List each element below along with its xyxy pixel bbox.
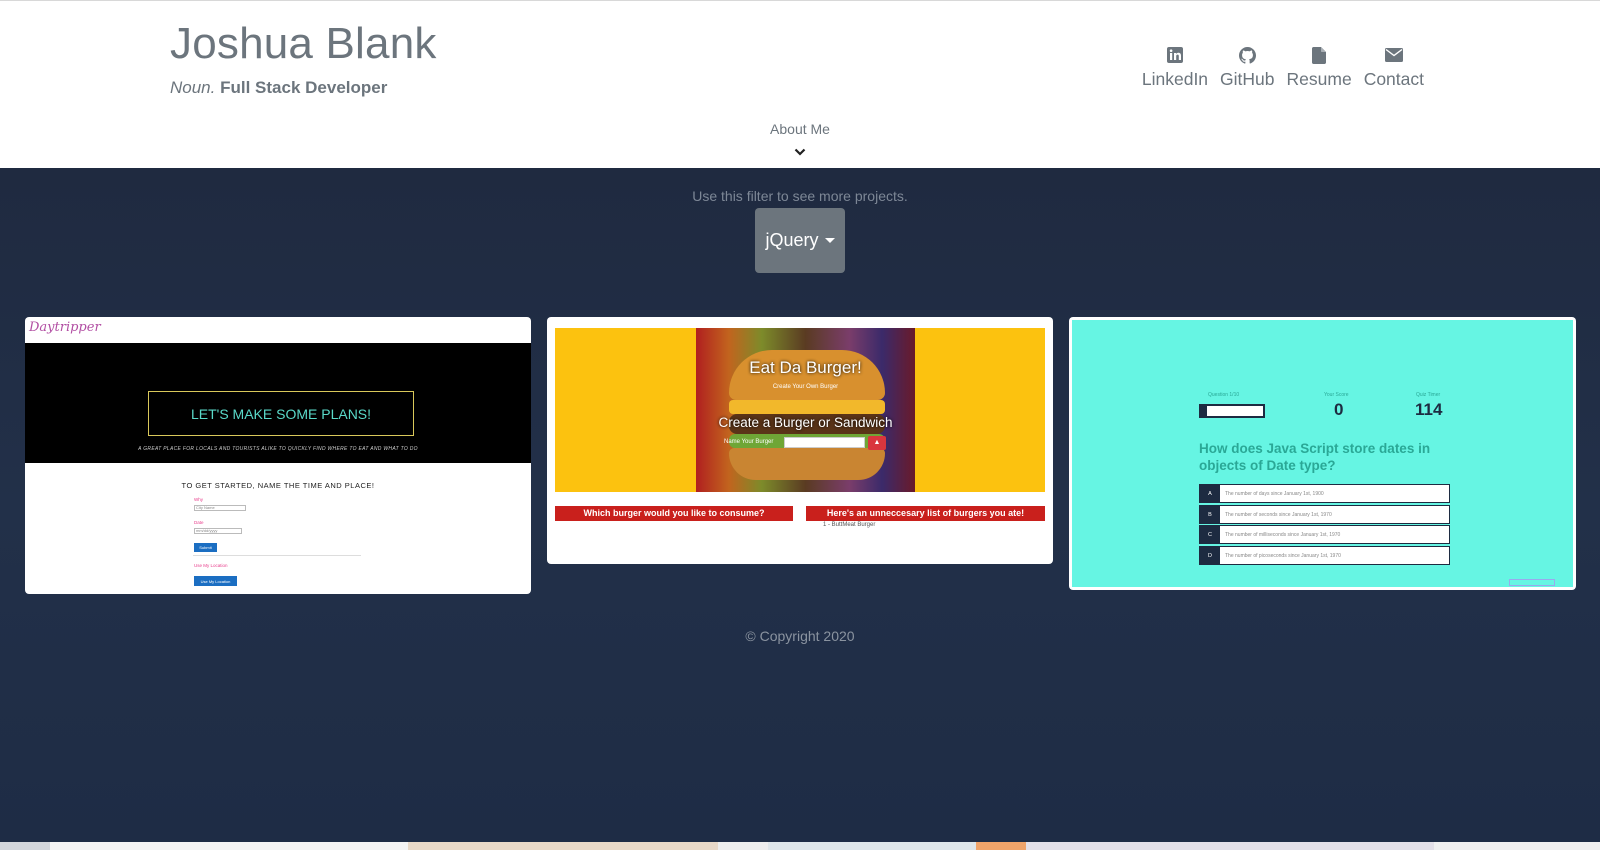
- quiz-answer-d: D The number of picoseconds since Januar…: [1199, 546, 1450, 565]
- project-card-burger[interactable]: Eat Da Burger! Create Your Own Burger Cr…: [547, 317, 1053, 564]
- quiz-timer-label: Quiz Timer: [1416, 392, 1441, 398]
- projects-section: Use this filter to see more projects. jQ…: [0, 168, 1600, 842]
- github-icon: [1237, 45, 1257, 65]
- quiz-answer-text: The number of milliseconds since January…: [1225, 531, 1341, 538]
- copyright: © Copyright 2020: [745, 628, 855, 644]
- strip-segment: [1434, 842, 1600, 850]
- nav-label-contact: Contact: [1363, 69, 1424, 89]
- strip-segment: [1026, 842, 1434, 850]
- daytripper-where-label: Why: [194, 497, 203, 502]
- quiz-answer-c: C The number of milliseconds since Janua…: [1199, 525, 1450, 544]
- burger-right-bar: Here's an unneccesary list of burgers yo…: [806, 506, 1045, 521]
- burger-image: Eat Da Burger! Create Your Own Burger Cr…: [696, 328, 915, 492]
- quiz-question: How does Java Script store dates in obje…: [1199, 441, 1431, 473]
- quiz-answer-text: The number of seconds since January 1st,…: [1225, 511, 1332, 518]
- burger-name-label: Name Your Burger: [724, 439, 774, 445]
- daytripper-alt-label: Use My Location: [194, 563, 228, 568]
- site-title: Joshua Blank: [170, 19, 437, 68]
- tagline-role: Full Stack Developer: [220, 78, 388, 97]
- quiz-answer-a: A The number of days since January 1st, …: [1199, 484, 1450, 503]
- quiz-score-label: Your Score: [1324, 392, 1349, 398]
- daytripper-submit: Submit: [194, 543, 217, 552]
- burger-hero: Eat Da Burger! Create Your Own Burger Cr…: [555, 328, 1045, 492]
- daytripper-location-button: Use My Location: [194, 576, 237, 586]
- burger-name-input: [784, 437, 865, 448]
- burger-bun-bottom: [729, 448, 885, 480]
- quiz-answer-letter: D: [1200, 547, 1220, 564]
- nav-label-resume: Resume: [1286, 69, 1352, 89]
- site-header: Joshua Blank Noun. Full Stack Developer …: [0, 0, 1600, 168]
- file-icon: [1309, 45, 1329, 65]
- envelope-icon: [1384, 45, 1404, 65]
- quiz-answer-letter: C: [1200, 526, 1220, 543]
- quiz-answer-text: The number of picoseconds since January …: [1225, 552, 1341, 559]
- quiz-answer-b: B The number of seconds since January 1s…: [1199, 505, 1450, 524]
- burger-subtitle: Create Your Own Burger: [772, 384, 839, 390]
- nav-linkedin[interactable]: LinkedIn: [1136, 45, 1214, 90]
- filter-hint: Use this filter to see more projects.: [692, 188, 908, 204]
- quiz-progress-bar: [1199, 404, 1265, 418]
- quiz-timer: 114: [1415, 400, 1443, 419]
- filter-value: jQuery: [765, 230, 819, 250]
- strip-segment: [50, 842, 408, 850]
- burger-list-item: 1 - ButtMeat Burger: [823, 522, 876, 528]
- tagline: Noun. Full Stack Developer: [170, 78, 387, 98]
- daytripper-date-label: Date: [194, 520, 204, 525]
- burger-create-heading: Create a Burger or Sandwich: [718, 415, 893, 430]
- social-nav: LinkedIn GitHub Resume Contact: [1136, 45, 1430, 90]
- burger-cheese: [729, 400, 885, 414]
- about-me-link[interactable]: About Me: [0, 121, 1600, 137]
- quiz-answer-text: The number of days since January 1st, 19…: [1225, 490, 1324, 497]
- nav-label-github: GitHub: [1220, 69, 1275, 89]
- bottom-strip: [0, 842, 1600, 850]
- caret-down-icon: [824, 238, 835, 243]
- daytripper-where-input: City Name: [194, 505, 246, 511]
- daytripper-divider: [193, 555, 361, 556]
- nav-contact[interactable]: Contact: [1358, 45, 1430, 90]
- strip-segment: [768, 842, 976, 850]
- filter-dropdown[interactable]: jQuery: [755, 208, 845, 273]
- project-card-quiz[interactable]: Question 1/10 Your Score 0 Quiz Timer 11…: [1069, 317, 1576, 590]
- tagline-noun: Noun.: [170, 78, 216, 97]
- nav-resume[interactable]: Resume: [1281, 45, 1358, 90]
- project-card-daytripper[interactable]: Daytripper LET'S MAKE SOME PLANS! A GREA…: [25, 317, 531, 594]
- strip-segment: [976, 842, 1026, 850]
- daytripper-hero-button: LET'S MAKE SOME PLANS!: [148, 391, 414, 436]
- chevron-down-icon[interactable]: [794, 147, 806, 157]
- quiz-corner-badge: [1509, 579, 1555, 586]
- quiz-answer-letter: B: [1200, 506, 1220, 523]
- daytripper-hero: LET'S MAKE SOME PLANS! A GREAT PLACE FOR…: [25, 343, 531, 463]
- daytripper-hero-sub: A GREAT PLACE FOR LOCALS AND TOURISTS AL…: [138, 446, 418, 452]
- strip-segment: [408, 842, 718, 850]
- quiz-score: 0: [1334, 400, 1344, 419]
- quiz-screen: Question 1/10 Your Score 0 Quiz Timer 11…: [1072, 320, 1573, 587]
- daytripper-form-title: TO GET STARTED, NAME THE TIME AND PLACE!: [181, 481, 375, 490]
- nav-label-linkedin: LinkedIn: [1141, 69, 1209, 89]
- strip-segment: [718, 842, 768, 850]
- quiz-progress-fill: [1201, 406, 1208, 416]
- burger-title: Eat Da Burger!: [749, 358, 862, 377]
- daytripper-logo: Daytripper: [29, 320, 101, 335]
- strip-segment: [0, 842, 50, 850]
- burger-left-bar: Which burger would you like to consume?: [555, 506, 793, 521]
- nav-github[interactable]: GitHub: [1214, 45, 1280, 90]
- linkedin-icon: [1165, 45, 1185, 65]
- thumbs-up-icon: ▲: [868, 436, 886, 450]
- daytripper-date-input: mm/dd/yyyy: [194, 528, 242, 534]
- quiz-question-label: Question 1/10: [1208, 392, 1240, 398]
- quiz-answer-letter: A: [1200, 485, 1220, 502]
